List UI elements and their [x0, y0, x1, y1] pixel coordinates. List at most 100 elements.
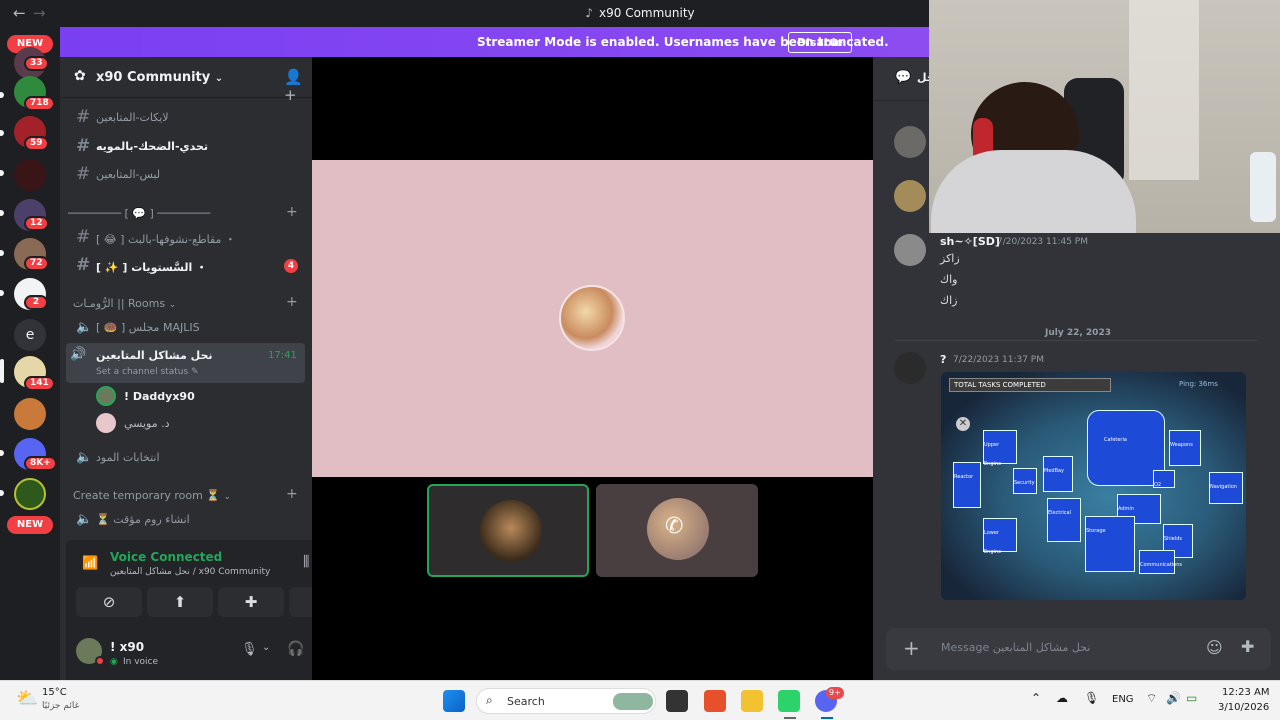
chevron-down-icon: ⌄ — [168, 300, 177, 310]
emoji-icon[interactable]: ☺ — [1206, 638, 1223, 657]
search-box[interactable]: ⌕ Search — [476, 688, 656, 714]
chevron-up-icon[interactable]: ⌃ — [1031, 691, 1041, 705]
image-attachment[interactable]: TOTAL TASKS COMPLETED Ping: 36ms ✕ Upper… — [941, 372, 1246, 600]
add-channel-icon[interactable]: + — [286, 294, 298, 310]
map-room: O2 — [1153, 470, 1175, 488]
server-badge: 141 — [24, 376, 55, 391]
letter-server-icon[interactable]: e — [14, 319, 46, 351]
microphone-tray-icon[interactable]: 🎙 — [1084, 691, 1099, 705]
add-channel-icon[interactable]: + — [286, 204, 298, 220]
channel-item-unread[interactable]: # [ ✨ ] السَّستويات ・ 4 — [68, 253, 304, 279]
channel-item[interactable]: # لايكات-المتابعين — [68, 105, 304, 131]
unread-pip — [0, 92, 4, 98]
screen-share-button[interactable]: ⬆ — [147, 587, 213, 617]
voice-channel-active[interactable]: 🔊 نحل مشاكل المتابعين 17:41 Set a channe… — [66, 343, 305, 383]
activities-button[interactable]: ✚ — [218, 587, 284, 617]
message-time: 7/20/2023 11:45 PM — [997, 237, 1088, 247]
category-rooms[interactable]: الرُّومـات || Rooms ⌄ + — [68, 294, 304, 310]
weather-temp[interactable]: 15°C — [42, 687, 67, 698]
task-view-icon[interactable] — [666, 690, 688, 712]
map-room: MedBay — [1043, 456, 1073, 492]
window-title-text: x90 Community — [599, 6, 695, 20]
room-label: Shields — [1164, 536, 1182, 542]
headphones-icon[interactable]: 🎧 — [287, 641, 304, 657]
room-label: Upper Engine — [984, 442, 1002, 467]
map-room: Electrical — [1047, 498, 1081, 542]
hash-icon: # — [76, 227, 91, 247]
message-input[interactable]: Message نحل مشاكل المتابعين — [941, 641, 1090, 654]
category-divider[interactable]: ──────── [ 💬 ] ──────── + — [68, 204, 304, 220]
volume-icon[interactable]: 🔊 — [1166, 691, 1181, 705]
server-header[interactable]: ✿ x90 Community ⌄ 👤+ — [60, 57, 312, 104]
avatar[interactable] — [894, 352, 926, 384]
wifi-icon[interactable]: ⌔ — [1146, 691, 1157, 706]
chevron-down-icon[interactable]: ⌄ — [262, 642, 270, 653]
user-name[interactable]: ! x90 — [110, 640, 144, 654]
channel-item-unread[interactable]: # تحدي-الضحك-بالمويه — [68, 134, 304, 160]
participant-tile-speaking[interactable] — [427, 484, 589, 577]
search-highlight-image — [613, 693, 653, 710]
ping-readout: Ping: 36ms — [1179, 380, 1218, 388]
channel-name: ⏳ انشاء روم مؤقت — [96, 513, 190, 526]
server-icon[interactable] — [14, 398, 46, 430]
map-room: Weapons — [1169, 430, 1201, 466]
channel-item[interactable]: # لبس-المتابعين — [68, 162, 304, 188]
new-pill-bottom[interactable]: NEW — [7, 516, 53, 534]
running-indicator — [784, 717, 796, 719]
person-hoodie — [931, 150, 1136, 233]
clock-date[interactable]: 3/10/2026 — [1218, 702, 1269, 713]
voice-channel-item[interactable]: 🔈 ⏳ انشاء روم مؤقت — [68, 507, 304, 533]
running-indicator — [821, 717, 833, 719]
category-temp[interactable]: Create temporary room ⏳ ⌄ + — [68, 486, 304, 502]
apps-icon[interactable]: ✚ — [1241, 637, 1254, 656]
avatar[interactable] — [894, 234, 926, 266]
invite-people-icon[interactable]: 👤+ — [284, 68, 312, 104]
chevron-down-icon: ⌄ — [223, 492, 232, 502]
streamer-mode-banner: Streamer Mode is enabled. Usernames have… — [60, 27, 930, 57]
voice-location[interactable]: نحل مشاكل المتابعين / x90 Community — [110, 567, 270, 577]
microphone-icon[interactable]: 🎙 — [241, 642, 258, 657]
voice-status[interactable]: Voice Connected — [110, 550, 222, 564]
clock-time[interactable]: 12:23 AM — [1222, 687, 1269, 698]
noise-suppression-icon[interactable]: ⫼ — [303, 554, 309, 570]
weather-icon[interactable]: ⛅ — [16, 688, 38, 709]
channel-status[interactable]: Set a channel status ✎ — [96, 367, 199, 377]
message-time: 7/22/2023 11:37 PM — [953, 355, 1044, 365]
channel-name: [ ✨ ] السَّستويات ・ — [96, 261, 208, 274]
battery-icon[interactable]: ▭ — [1186, 691, 1197, 705]
signal-icon[interactable]: 📶 — [82, 556, 98, 571]
channel-item[interactable]: # [ 😂 ] مقاطع-نشوفها-بالبث ・ — [68, 225, 304, 251]
windows-start-icon[interactable] — [443, 690, 465, 712]
add-attachment-icon[interactable]: + — [903, 636, 920, 660]
message-composer[interactable]: + Message نحل مشاكل المتابعين ☺ ✚ — [886, 628, 1271, 670]
file-explorer-icon[interactable] — [741, 690, 763, 712]
weather-desc[interactable]: غائم جزئيًا — [42, 701, 79, 711]
language-indicator[interactable]: ENG — [1112, 694, 1134, 705]
server-icon[interactable] — [14, 159, 46, 191]
add-channel-icon[interactable]: + — [286, 486, 298, 502]
windows-taskbar: ⛅ 15°C غائم جزئيًا ⌕ Search 9+ ⌃ ☁ 🎙 ENG… — [0, 680, 1280, 720]
avatar[interactable] — [894, 180, 926, 212]
message-author[interactable]: sh~✧[SD] — [940, 235, 1000, 248]
call-icon: ✆ — [665, 514, 684, 539]
room-label: Reactor — [954, 474, 974, 480]
water-bottle — [1250, 152, 1276, 222]
onedrive-icon[interactable]: ☁ — [1056, 691, 1068, 705]
search-icon: ⌕ — [486, 693, 493, 707]
unread-pip — [0, 250, 4, 256]
brave-browser-icon[interactable] — [704, 690, 726, 712]
voice-channel-item[interactable]: 🔈 انتخابات المود — [68, 445, 304, 471]
wall-photos — [1129, 0, 1199, 180]
server-icon[interactable] — [14, 478, 46, 510]
avatar[interactable] — [894, 126, 926, 158]
app-icon[interactable] — [778, 690, 800, 712]
disable-button[interactable]: Disable — [788, 32, 852, 53]
speaker-active-icon: 🔊 — [70, 347, 87, 362]
message-author[interactable]: ? — [940, 353, 946, 366]
main-video-tile[interactable] — [312, 160, 873, 477]
map-room: Navigation — [1209, 472, 1243, 504]
webcam-overlay — [929, 0, 1280, 233]
camera-off-button[interactable]: ⊘ — [76, 587, 142, 617]
participant-tile[interactable]: ✆ — [596, 484, 758, 577]
voice-channel-item[interactable]: 🔈 [ 🍩 ] مجلس MAJLIS — [68, 315, 304, 341]
